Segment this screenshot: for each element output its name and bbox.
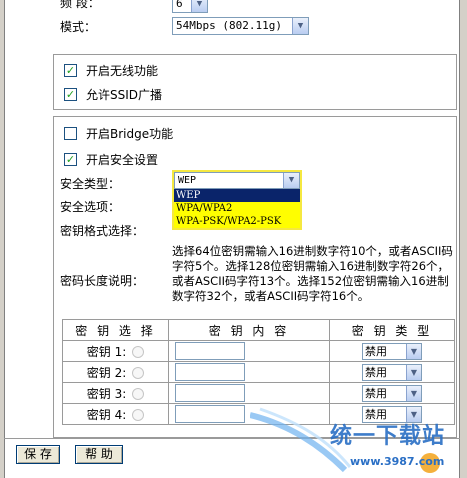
key-4-radio[interactable] [132,409,145,421]
key-select-cell: 密钥 4: [62,403,169,425]
key-type-value: 禁用 [365,386,387,400]
key-2-radio[interactable] [132,367,145,379]
key-content-cell [168,382,330,404]
key-1-radio[interactable] [132,346,145,358]
enable-wireless-checkbox[interactable]: ✓ [64,64,77,77]
key-length-description: 选择64位密钥需输入16进制数字符10个，或者ASCII码字符5个。选择128位… [172,244,453,303]
ssid-broadcast-label: 允许SSID广播 [86,88,163,102]
key-2-type-select[interactable]: 禁用 ▼ [362,363,422,381]
key-type-cell: 禁用 ▼ [329,382,455,404]
option-wpa-psk-wpa2-psk[interactable]: WPA-PSK/WPA2-PSK [174,215,300,228]
save-button[interactable]: 保 存 [16,445,60,464]
channel-value: 6 [176,0,183,10]
option-wpa-wpa2[interactable]: WPA/WPA2 [174,202,300,215]
header-key-content: 密 钥 内 容 [168,319,330,341]
chevron-down-icon: ▼ [406,343,421,359]
key-content-cell [168,361,330,383]
window-frame-left [0,0,5,478]
mode-select[interactable]: 54Mbps (802.11g) ▼ [172,17,309,35]
enable-security-checkbox[interactable]: ✓ [64,153,77,166]
security-type-select[interactable]: WEP ▼ [174,172,300,189]
key-format-label: 密钥格式选择： [60,224,145,238]
table-row: 密钥 1: 禁用 ▼ [62,340,455,362]
key-1-input[interactable] [175,342,245,360]
key-1-type-select[interactable]: 禁用 ▼ [362,342,422,360]
help-button[interactable]: 帮 助 [75,445,123,464]
channel-label: 频 段： [60,0,100,10]
watermark-url: www.3987.com [350,455,445,468]
key-label: 密钥 2: [86,365,127,380]
table-row: 密钥 2: 禁用 ▼ [62,361,455,383]
key-table-header: 密 钥 选 择 密 钥 内 容 密 钥 类 型 [62,319,455,341]
key-select-cell: 密钥 2: [62,361,169,383]
key-3-type-select[interactable]: 禁用 ▼ [362,384,422,402]
bridge-label: 开启Bridge功能 [86,127,174,141]
security-options-label: 安全选项： [60,200,121,214]
header-key-select: 密 钥 选 择 [62,319,169,341]
security-type-options: WEP WPA/WPA2 WPA-PSK/WPA2-PSK [174,189,300,228]
key-4-input[interactable] [175,405,245,423]
header-key-type: 密 钥 类 型 [329,319,455,341]
chevron-down-icon: ▼ [191,0,207,12]
enable-wireless-label: 开启无线功能 [86,64,159,78]
mode-label: 模式： [60,20,97,34]
chevron-down-icon: ▼ [406,385,421,401]
security-type-value: WEP [178,175,197,186]
ssid-broadcast-checkbox[interactable]: ✓ [64,88,77,101]
key-type-value: 禁用 [365,344,387,358]
key-type-value: 禁用 [365,365,387,379]
enable-security-label: 开启安全设置 [86,153,159,167]
bridge-checkbox[interactable] [64,127,77,140]
key-type-cell: 禁用 ▼ [329,361,455,383]
table-row: 密钥 3: 禁用 ▼ [62,382,455,404]
key-content-cell [168,340,330,362]
key-2-input[interactable] [175,363,245,381]
chevron-down-icon: ▼ [283,173,299,188]
security-type-label: 安全类型： [60,177,121,191]
mode-value: 54Mbps (802.11g) [176,19,282,32]
key-label: 密钥 4: [86,407,127,422]
key-length-label: 密码长度说明： [60,274,145,288]
key-label: 密钥 3: [86,386,127,401]
key-label: 密钥 1: [86,344,127,359]
security-type-dropdown[interactable]: WEP ▼ WEP WPA/WPA2 WPA-PSK/WPA2-PSK [172,170,302,230]
chevron-down-icon: ▼ [292,18,308,34]
key-3-radio[interactable] [132,388,145,400]
key-select-cell: 密钥 1: [62,340,169,362]
key-type-cell: 禁用 ▼ [329,340,455,362]
key-3-input[interactable] [175,384,245,402]
watermark-text: 统一下载站 [330,424,446,449]
key-select-cell: 密钥 3: [62,382,169,404]
channel-select[interactable]: 6 ▼ [172,0,208,13]
option-wep[interactable]: WEP [174,189,300,202]
chevron-down-icon: ▼ [406,364,421,380]
